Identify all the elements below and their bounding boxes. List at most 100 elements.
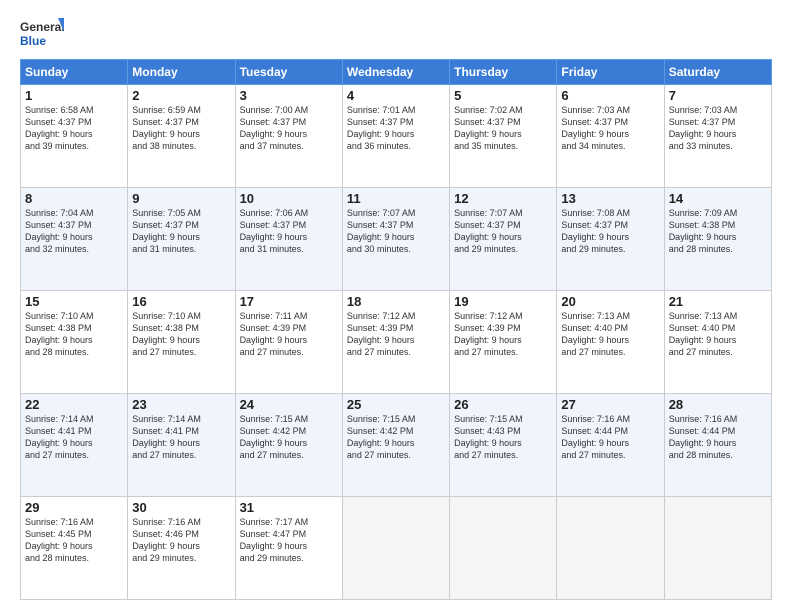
calendar-header-tuesday: Tuesday (235, 60, 342, 85)
calendar-cell (557, 497, 664, 600)
calendar-header-monday: Monday (128, 60, 235, 85)
calendar-cell: 16Sunrise: 7:10 AMSunset: 4:38 PMDayligh… (128, 291, 235, 394)
logo: General Blue (20, 18, 64, 53)
cell-text: Sunrise: 7:15 AMSunset: 4:42 PMDaylight:… (347, 413, 445, 462)
calendar-week-2: 8Sunrise: 7:04 AMSunset: 4:37 PMDaylight… (21, 188, 772, 291)
cell-text: Sunrise: 7:07 AMSunset: 4:37 PMDaylight:… (347, 207, 445, 256)
calendar-cell (450, 497, 557, 600)
day-number: 5 (454, 88, 552, 103)
calendar-cell: 31Sunrise: 7:17 AMSunset: 4:47 PMDayligh… (235, 497, 342, 600)
calendar-cell: 19Sunrise: 7:12 AMSunset: 4:39 PMDayligh… (450, 291, 557, 394)
calendar-cell: 5Sunrise: 7:02 AMSunset: 4:37 PMDaylight… (450, 85, 557, 188)
cell-text: Sunrise: 7:16 AMSunset: 4:45 PMDaylight:… (25, 516, 123, 565)
cell-text: Sunrise: 7:15 AMSunset: 4:42 PMDaylight:… (240, 413, 338, 462)
svg-text:General: General (20, 20, 64, 34)
cell-text: Sunrise: 7:12 AMSunset: 4:39 PMDaylight:… (347, 310, 445, 359)
calendar-week-5: 29Sunrise: 7:16 AMSunset: 4:45 PMDayligh… (21, 497, 772, 600)
logo-svg: General Blue (20, 18, 64, 48)
calendar-header-row: SundayMondayTuesdayWednesdayThursdayFrid… (21, 60, 772, 85)
cell-text: Sunrise: 7:10 AMSunset: 4:38 PMDaylight:… (132, 310, 230, 359)
day-number: 12 (454, 191, 552, 206)
page: General Blue SundayMondayTuesdayWednesda… (0, 0, 792, 612)
day-number: 17 (240, 294, 338, 309)
calendar-table: SundayMondayTuesdayWednesdayThursdayFrid… (20, 59, 772, 600)
calendar-cell: 1Sunrise: 6:58 AMSunset: 4:37 PMDaylight… (21, 85, 128, 188)
cell-text: Sunrise: 7:09 AMSunset: 4:38 PMDaylight:… (669, 207, 767, 256)
day-number: 18 (347, 294, 445, 309)
calendar-cell: 25Sunrise: 7:15 AMSunset: 4:42 PMDayligh… (342, 394, 449, 497)
svg-text:Blue: Blue (20, 34, 46, 48)
day-number: 4 (347, 88, 445, 103)
day-number: 13 (561, 191, 659, 206)
day-number: 26 (454, 397, 552, 412)
calendar-header-friday: Friday (557, 60, 664, 85)
day-number: 24 (240, 397, 338, 412)
day-number: 22 (25, 397, 123, 412)
cell-text: Sunrise: 7:17 AMSunset: 4:47 PMDaylight:… (240, 516, 338, 565)
cell-text: Sunrise: 7:04 AMSunset: 4:37 PMDaylight:… (25, 207, 123, 256)
day-number: 27 (561, 397, 659, 412)
calendar-cell: 18Sunrise: 7:12 AMSunset: 4:39 PMDayligh… (342, 291, 449, 394)
cell-text: Sunrise: 7:03 AMSunset: 4:37 PMDaylight:… (669, 104, 767, 153)
calendar-cell: 30Sunrise: 7:16 AMSunset: 4:46 PMDayligh… (128, 497, 235, 600)
calendar-cell: 6Sunrise: 7:03 AMSunset: 4:37 PMDaylight… (557, 85, 664, 188)
calendar-cell: 4Sunrise: 7:01 AMSunset: 4:37 PMDaylight… (342, 85, 449, 188)
day-number: 28 (669, 397, 767, 412)
day-number: 21 (669, 294, 767, 309)
day-number: 25 (347, 397, 445, 412)
calendar-cell: 17Sunrise: 7:11 AMSunset: 4:39 PMDayligh… (235, 291, 342, 394)
calendar-cell: 15Sunrise: 7:10 AMSunset: 4:38 PMDayligh… (21, 291, 128, 394)
day-number: 14 (669, 191, 767, 206)
calendar-cell: 20Sunrise: 7:13 AMSunset: 4:40 PMDayligh… (557, 291, 664, 394)
day-number: 19 (454, 294, 552, 309)
calendar-cell: 22Sunrise: 7:14 AMSunset: 4:41 PMDayligh… (21, 394, 128, 497)
calendar-header-thursday: Thursday (450, 60, 557, 85)
calendar-cell: 13Sunrise: 7:08 AMSunset: 4:37 PMDayligh… (557, 188, 664, 291)
day-number: 29 (25, 500, 123, 515)
cell-text: Sunrise: 6:58 AMSunset: 4:37 PMDaylight:… (25, 104, 123, 153)
day-number: 9 (132, 191, 230, 206)
day-number: 3 (240, 88, 338, 103)
header: General Blue (20, 18, 772, 53)
calendar-week-4: 22Sunrise: 7:14 AMSunset: 4:41 PMDayligh… (21, 394, 772, 497)
calendar-cell: 8Sunrise: 7:04 AMSunset: 4:37 PMDaylight… (21, 188, 128, 291)
day-number: 15 (25, 294, 123, 309)
cell-text: Sunrise: 7:06 AMSunset: 4:37 PMDaylight:… (240, 207, 338, 256)
cell-text: Sunrise: 7:05 AMSunset: 4:37 PMDaylight:… (132, 207, 230, 256)
day-number: 1 (25, 88, 123, 103)
day-number: 11 (347, 191, 445, 206)
day-number: 8 (25, 191, 123, 206)
cell-text: Sunrise: 7:12 AMSunset: 4:39 PMDaylight:… (454, 310, 552, 359)
cell-text: Sunrise: 7:16 AMSunset: 4:46 PMDaylight:… (132, 516, 230, 565)
calendar-header-saturday: Saturday (664, 60, 771, 85)
day-number: 16 (132, 294, 230, 309)
calendar-cell: 14Sunrise: 7:09 AMSunset: 4:38 PMDayligh… (664, 188, 771, 291)
calendar-cell: 9Sunrise: 7:05 AMSunset: 4:37 PMDaylight… (128, 188, 235, 291)
calendar-cell: 12Sunrise: 7:07 AMSunset: 4:37 PMDayligh… (450, 188, 557, 291)
calendar-cell: 24Sunrise: 7:15 AMSunset: 4:42 PMDayligh… (235, 394, 342, 497)
calendar-cell: 3Sunrise: 7:00 AMSunset: 4:37 PMDaylight… (235, 85, 342, 188)
cell-text: Sunrise: 7:15 AMSunset: 4:43 PMDaylight:… (454, 413, 552, 462)
day-number: 23 (132, 397, 230, 412)
calendar-cell: 10Sunrise: 7:06 AMSunset: 4:37 PMDayligh… (235, 188, 342, 291)
calendar-cell (342, 497, 449, 600)
cell-text: Sunrise: 7:00 AMSunset: 4:37 PMDaylight:… (240, 104, 338, 153)
calendar-cell (664, 497, 771, 600)
calendar-week-1: 1Sunrise: 6:58 AMSunset: 4:37 PMDaylight… (21, 85, 772, 188)
day-number: 2 (132, 88, 230, 103)
cell-text: Sunrise: 7:16 AMSunset: 4:44 PMDaylight:… (561, 413, 659, 462)
cell-text: Sunrise: 7:03 AMSunset: 4:37 PMDaylight:… (561, 104, 659, 153)
day-number: 7 (669, 88, 767, 103)
calendar-header-wednesday: Wednesday (342, 60, 449, 85)
cell-text: Sunrise: 7:02 AMSunset: 4:37 PMDaylight:… (454, 104, 552, 153)
calendar-week-3: 15Sunrise: 7:10 AMSunset: 4:38 PMDayligh… (21, 291, 772, 394)
day-number: 20 (561, 294, 659, 309)
cell-text: Sunrise: 7:10 AMSunset: 4:38 PMDaylight:… (25, 310, 123, 359)
cell-text: Sunrise: 7:16 AMSunset: 4:44 PMDaylight:… (669, 413, 767, 462)
cell-text: Sunrise: 6:59 AMSunset: 4:37 PMDaylight:… (132, 104, 230, 153)
cell-text: Sunrise: 7:08 AMSunset: 4:37 PMDaylight:… (561, 207, 659, 256)
cell-text: Sunrise: 7:07 AMSunset: 4:37 PMDaylight:… (454, 207, 552, 256)
day-number: 10 (240, 191, 338, 206)
day-number: 31 (240, 500, 338, 515)
calendar-cell: 7Sunrise: 7:03 AMSunset: 4:37 PMDaylight… (664, 85, 771, 188)
